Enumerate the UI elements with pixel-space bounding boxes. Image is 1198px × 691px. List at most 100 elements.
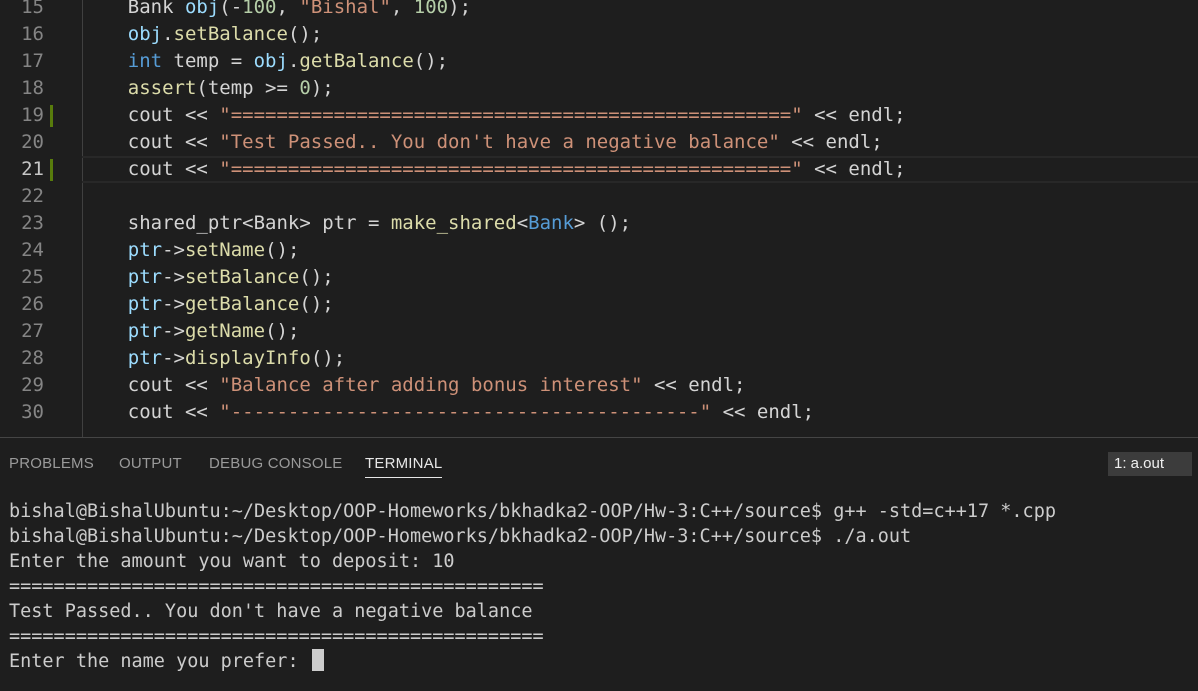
code-line-27[interactable]: 27 ptr->getName();	[0, 318, 1198, 345]
terminal-output[interactable]: bishal@BishalUbuntu:~/Desktop/OOP-Homewo…	[9, 499, 1189, 674]
terminal-line: ========================================…	[9, 576, 544, 597]
line-number: 16	[21, 23, 44, 45]
code-token: ->	[162, 347, 185, 369]
code-token: > ();	[573, 212, 632, 234]
tab-debug-console[interactable]: DEBUG CONSOLE	[209, 438, 342, 490]
code-line-21[interactable]: 21 cout << "============================…	[0, 156, 1198, 183]
git-modified-indicator	[50, 105, 53, 127]
code-text: ptr->getName();	[82, 318, 300, 345]
line-number: 30	[21, 401, 44, 423]
code-token: assert	[127, 77, 197, 99]
code-token: ->	[162, 293, 185, 315]
code-token: make_shared	[390, 212, 517, 234]
code-text: cout << "Balance after adding bonus inte…	[82, 372, 746, 399]
code-token: cout <<	[82, 374, 220, 396]
code-token: setName	[184, 239, 266, 261]
code-token: getName	[184, 320, 266, 342]
code-text: ptr->displayInfo();	[82, 345, 345, 372]
line-number: 15	[21, 0, 44, 18]
code-token: ptr	[127, 293, 163, 315]
code-line-20[interactable]: 20 cout << "Test Passed.. You don't have…	[0, 129, 1198, 156]
code-text: int temp = obj.getBalance();	[82, 48, 448, 75]
code-token: << endl;	[779, 131, 883, 153]
code-token: );	[448, 0, 472, 18]
tab-output[interactable]: OUTPUT	[119, 438, 182, 490]
code-token: ptr	[127, 266, 163, 288]
code-line-25[interactable]: 25 ptr->setBalance();	[0, 264, 1198, 291]
code-token: 0	[299, 77, 311, 99]
code-line-30[interactable]: 30 cout << "----------------------------…	[0, 399, 1198, 426]
code-token: ();	[265, 239, 300, 261]
code-line-26[interactable]: 26 ptr->getBalance();	[0, 291, 1198, 318]
terminal-line: bishal@BishalUbuntu:~/Desktop/OOP-Homewo…	[9, 501, 1056, 522]
code-token: ();	[299, 293, 334, 315]
code-token: Bank	[82, 0, 185, 18]
code-token: "Bishal"	[299, 0, 391, 18]
code-line-19[interactable]: 19 cout << "============================…	[0, 102, 1198, 129]
line-number: 28	[21, 347, 44, 369]
code-token: .	[162, 23, 174, 45]
tab-terminal[interactable]: TERMINAL	[365, 438, 443, 490]
code-token: ();	[287, 23, 323, 45]
code-text: ptr->setName();	[82, 237, 300, 264]
code-token: getBalance	[184, 293, 300, 315]
code-token: cout <<	[82, 401, 220, 423]
code-text: obj.setBalance();	[82, 21, 323, 48]
line-number: 23	[21, 212, 44, 234]
code-line-29[interactable]: 29 cout << "Balance after adding bonus i…	[0, 372, 1198, 399]
code-token: Bank	[528, 212, 574, 234]
code-line-28[interactable]: 28 ptr->displayInfo();	[0, 345, 1198, 372]
code-token: <	[516, 212, 529, 234]
code-token: ,	[276, 0, 300, 18]
code-text: cout << "Test Passed.. You don't have a …	[82, 129, 883, 156]
code-line-18[interactable]: 18 assert(temp >= 0);	[0, 75, 1198, 102]
code-text: cout << "-------------------------------…	[82, 399, 814, 426]
line-number: 25	[21, 266, 44, 288]
code-token: "Test Passed.. You don't have a negative…	[219, 131, 780, 153]
code-line-24[interactable]: 24 ptr->setName();	[0, 237, 1198, 264]
code-text: Bank obj(-100, "Bishal", 100);	[82, 0, 471, 21]
line-number: 26	[21, 293, 44, 315]
code-token: ptr	[127, 347, 163, 369]
code-token: temp =	[162, 50, 254, 72]
code-token: cout <<	[82, 158, 220, 180]
code-editor[interactable]: 15 Bank obj(-100, "Bishal", 100); 16 obj.…	[0, 0, 1198, 437]
code-token: << endl;	[642, 374, 746, 396]
line-number: 24	[21, 239, 44, 261]
terminal-instance-select[interactable]: 1: a.out	[1108, 452, 1192, 476]
line-number: 20	[21, 131, 44, 153]
terminal-prompt: Enter the name you prefer:	[9, 651, 310, 672]
code-token: << endl;	[711, 401, 815, 423]
code-text: shared_ptr<Bank> ptr = make_shared<Bank>…	[82, 210, 631, 237]
code-token: "=======================================…	[219, 158, 803, 180]
terminal-line: Enter the amount you want to deposit: 10	[9, 551, 455, 572]
code-token: << endl;	[802, 104, 906, 126]
code-token: shared_ptr<Bank> ptr =	[82, 212, 391, 234]
code-line-22[interactable]: 22	[0, 183, 1198, 210]
code-text: cout << "===============================…	[82, 102, 906, 129]
code-token: ();	[265, 320, 300, 342]
terminal-line: bishal@BishalUbuntu:~/Desktop/OOP-Homewo…	[9, 526, 912, 547]
code-line-23[interactable]: 23 shared_ptr<Bank> ptr = make_shared<Ba…	[0, 210, 1198, 237]
terminal-prompt-line[interactable]: Enter the name you prefer:	[9, 649, 1189, 674]
code-token: "---------------------------------------…	[219, 401, 712, 423]
line-number: 21	[21, 158, 44, 180]
code-token: ptr	[127, 239, 163, 261]
code-token: cout <<	[82, 131, 220, 153]
code-token: ();	[299, 266, 334, 288]
code-token: ();	[310, 347, 346, 369]
code-token: obj	[184, 0, 220, 18]
code-line-15[interactable]: 15 Bank obj(-100, "Bishal", 100);	[0, 0, 1198, 21]
code-line-16[interactable]: 16 obj.setBalance();	[0, 21, 1198, 48]
code-token: ,	[390, 0, 414, 18]
terminal-cursor	[311, 649, 324, 671]
code-line-17[interactable]: 17 int temp = obj.getBalance();	[0, 48, 1198, 75]
code-token: (temp >=	[196, 77, 300, 99]
terminal-line: Test Passed.. You don't have a negative …	[9, 601, 533, 622]
tab-problems[interactable]: PROBLEMS	[9, 438, 94, 490]
